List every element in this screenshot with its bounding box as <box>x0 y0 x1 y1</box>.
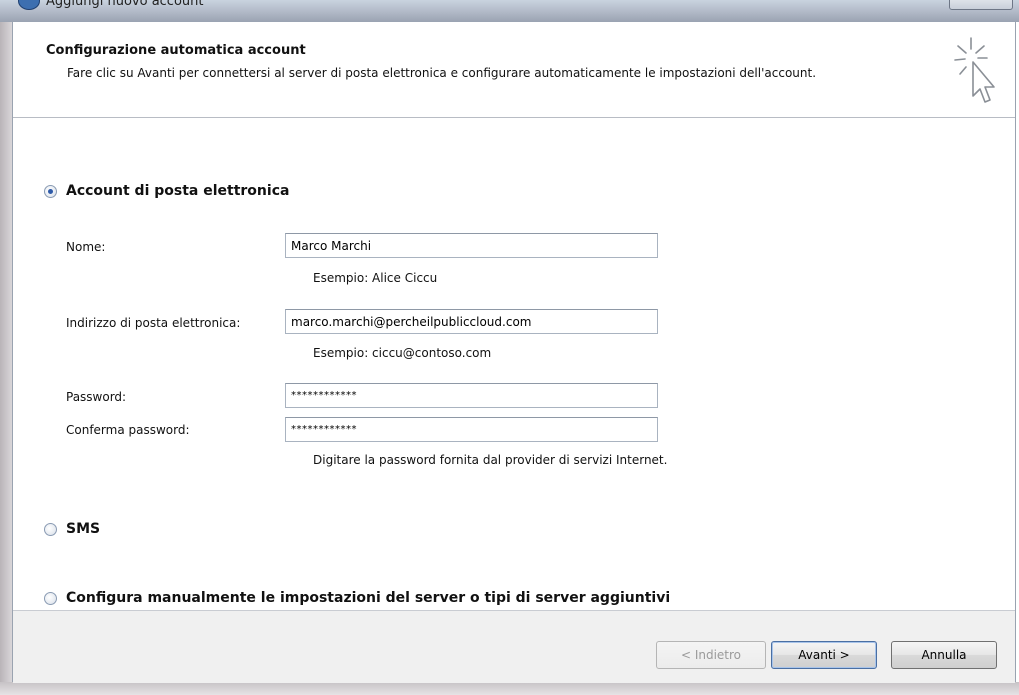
name-hint: Esempio: Alice Ciccu <box>313 271 438 285</box>
dialog-content: Account di posta elettronica Nome: Esemp… <box>13 118 1015 608</box>
email-field[interactable] <box>285 309 658 334</box>
name-field[interactable] <box>285 233 658 258</box>
password-label: Password: <box>66 390 127 404</box>
radio-label: Account di posta elettronica <box>66 183 290 199</box>
email-label: Indirizzo di posta elettronica: <box>66 316 241 330</box>
name-label: Nome: <box>66 240 106 254</box>
radio-button[interactable] <box>44 522 57 536</box>
window-shadow-bottom <box>0 682 1019 695</box>
back-button[interactable]: < Indietro <box>656 641 766 669</box>
radio-manual-config[interactable]: Configura manualmente le impostazioni de… <box>44 590 670 606</box>
confirm-password-label: Conferma password: <box>66 423 190 437</box>
next-button[interactable]: Avanti > <box>771 641 877 669</box>
cursor-sparkle-icon <box>954 37 995 103</box>
radio-label: SMS <box>66 521 101 537</box>
radio-button[interactable] <box>44 591 57 605</box>
radio-email-account[interactable]: Account di posta elettronica <box>44 183 289 199</box>
dialog-footer: < Indietro Avanti > Annulla <box>13 610 1015 683</box>
page-title: Configurazione automatica account <box>46 43 306 58</box>
cancel-button[interactable]: Annulla <box>891 641 997 669</box>
window-title: Aggiungi nuovo account <box>46 0 204 9</box>
dialog-window: Configurazione automatica account Fare c… <box>12 22 1016 683</box>
radio-sms[interactable]: SMS <box>44 521 100 537</box>
password-hint: Digitare la password fornita dal provide… <box>313 453 668 467</box>
window-shadow <box>0 22 12 695</box>
confirm-password-field[interactable] <box>285 417 658 442</box>
outlook-icon <box>18 0 40 10</box>
dialog-header: Configurazione automatica account Fare c… <box>13 22 1015 118</box>
page-description: Fare clic su Avanti per connettersi al s… <box>67 66 817 80</box>
radio-button-checked[interactable] <box>44 184 57 198</box>
radio-label: Configura manualmente le impostazioni de… <box>66 590 671 606</box>
title-bar: Aggiungi nuovo account <box>0 0 1019 22</box>
close-button[interactable] <box>949 0 1013 10</box>
email-hint: Esempio: ciccu@contoso.com <box>313 346 492 360</box>
password-field[interactable] <box>285 383 658 408</box>
